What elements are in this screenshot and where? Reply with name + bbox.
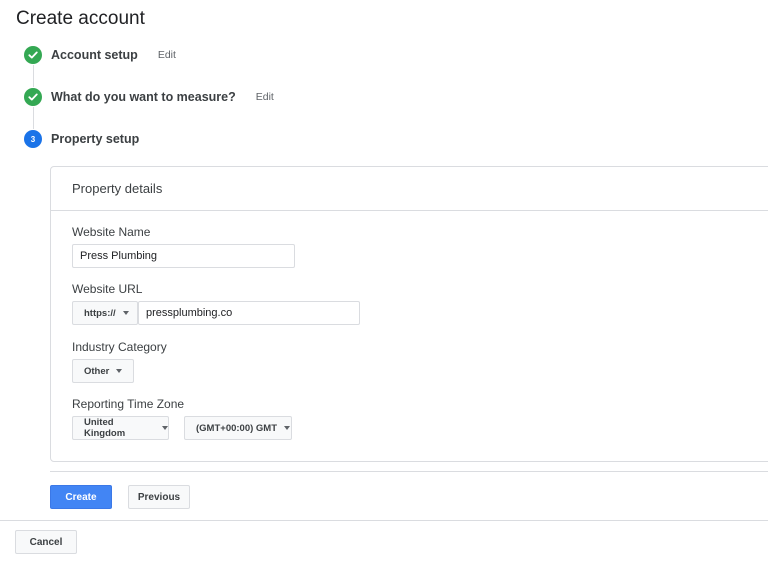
protocol-value: https:// bbox=[84, 307, 116, 319]
step-account-setup: Account setup Edit bbox=[24, 45, 176, 65]
edit-what-to-measure-link[interactable]: Edit bbox=[256, 91, 274, 103]
website-url-input[interactable] bbox=[138, 301, 360, 325]
card-header: Property details bbox=[51, 167, 768, 211]
step-what-to-measure: What do you want to measure? Edit bbox=[24, 87, 274, 107]
previous-button[interactable]: Previous bbox=[128, 485, 190, 509]
industry-category-value: Other bbox=[84, 365, 110, 377]
caret-down-icon bbox=[284, 426, 291, 430]
check-icon bbox=[24, 88, 42, 106]
section-divider bbox=[50, 471, 768, 472]
property-details-card: Property details Website Name Website UR… bbox=[50, 166, 768, 462]
step-label: What do you want to measure? bbox=[51, 90, 236, 104]
create-button[interactable]: Create bbox=[50, 485, 112, 509]
step-label: Account setup bbox=[51, 48, 138, 62]
website-url-label: Website URL bbox=[72, 282, 143, 296]
check-icon bbox=[24, 46, 42, 64]
card-title: Property details bbox=[72, 181, 163, 196]
cancel-button[interactable]: Cancel bbox=[15, 530, 77, 554]
time-zone-country-value: United Kingdom bbox=[84, 417, 126, 439]
industry-category-label: Industry Category bbox=[72, 340, 167, 354]
caret-down-icon bbox=[116, 369, 123, 373]
website-name-label: Website Name bbox=[72, 225, 151, 239]
reporting-time-zone-label: Reporting Time Zone bbox=[72, 397, 185, 411]
create-account-page: Create account Account setup Edit What d… bbox=[0, 0, 768, 571]
step-connector bbox=[33, 65, 34, 87]
step-label: Property setup bbox=[51, 132, 140, 146]
time-zone-value: (GMT+00:00) GMT bbox=[196, 422, 278, 434]
edit-account-setup-link[interactable]: Edit bbox=[158, 49, 176, 61]
website-name-input[interactable] bbox=[72, 244, 295, 268]
time-zone-dropdown[interactable]: (GMT+00:00) GMT bbox=[184, 416, 292, 440]
protocol-dropdown[interactable]: https:// bbox=[72, 301, 138, 325]
step-number-badge: 3 bbox=[24, 130, 42, 148]
step-property-setup: 3 Property setup bbox=[24, 129, 139, 149]
caret-down-icon bbox=[122, 311, 129, 315]
footer-divider bbox=[0, 520, 768, 521]
step-connector bbox=[33, 107, 34, 129]
page-title: Create account bbox=[16, 8, 145, 29]
caret-down-icon bbox=[162, 426, 168, 430]
time-zone-country-dropdown[interactable]: United Kingdom bbox=[72, 416, 169, 440]
industry-category-dropdown[interactable]: Other bbox=[72, 359, 134, 383]
